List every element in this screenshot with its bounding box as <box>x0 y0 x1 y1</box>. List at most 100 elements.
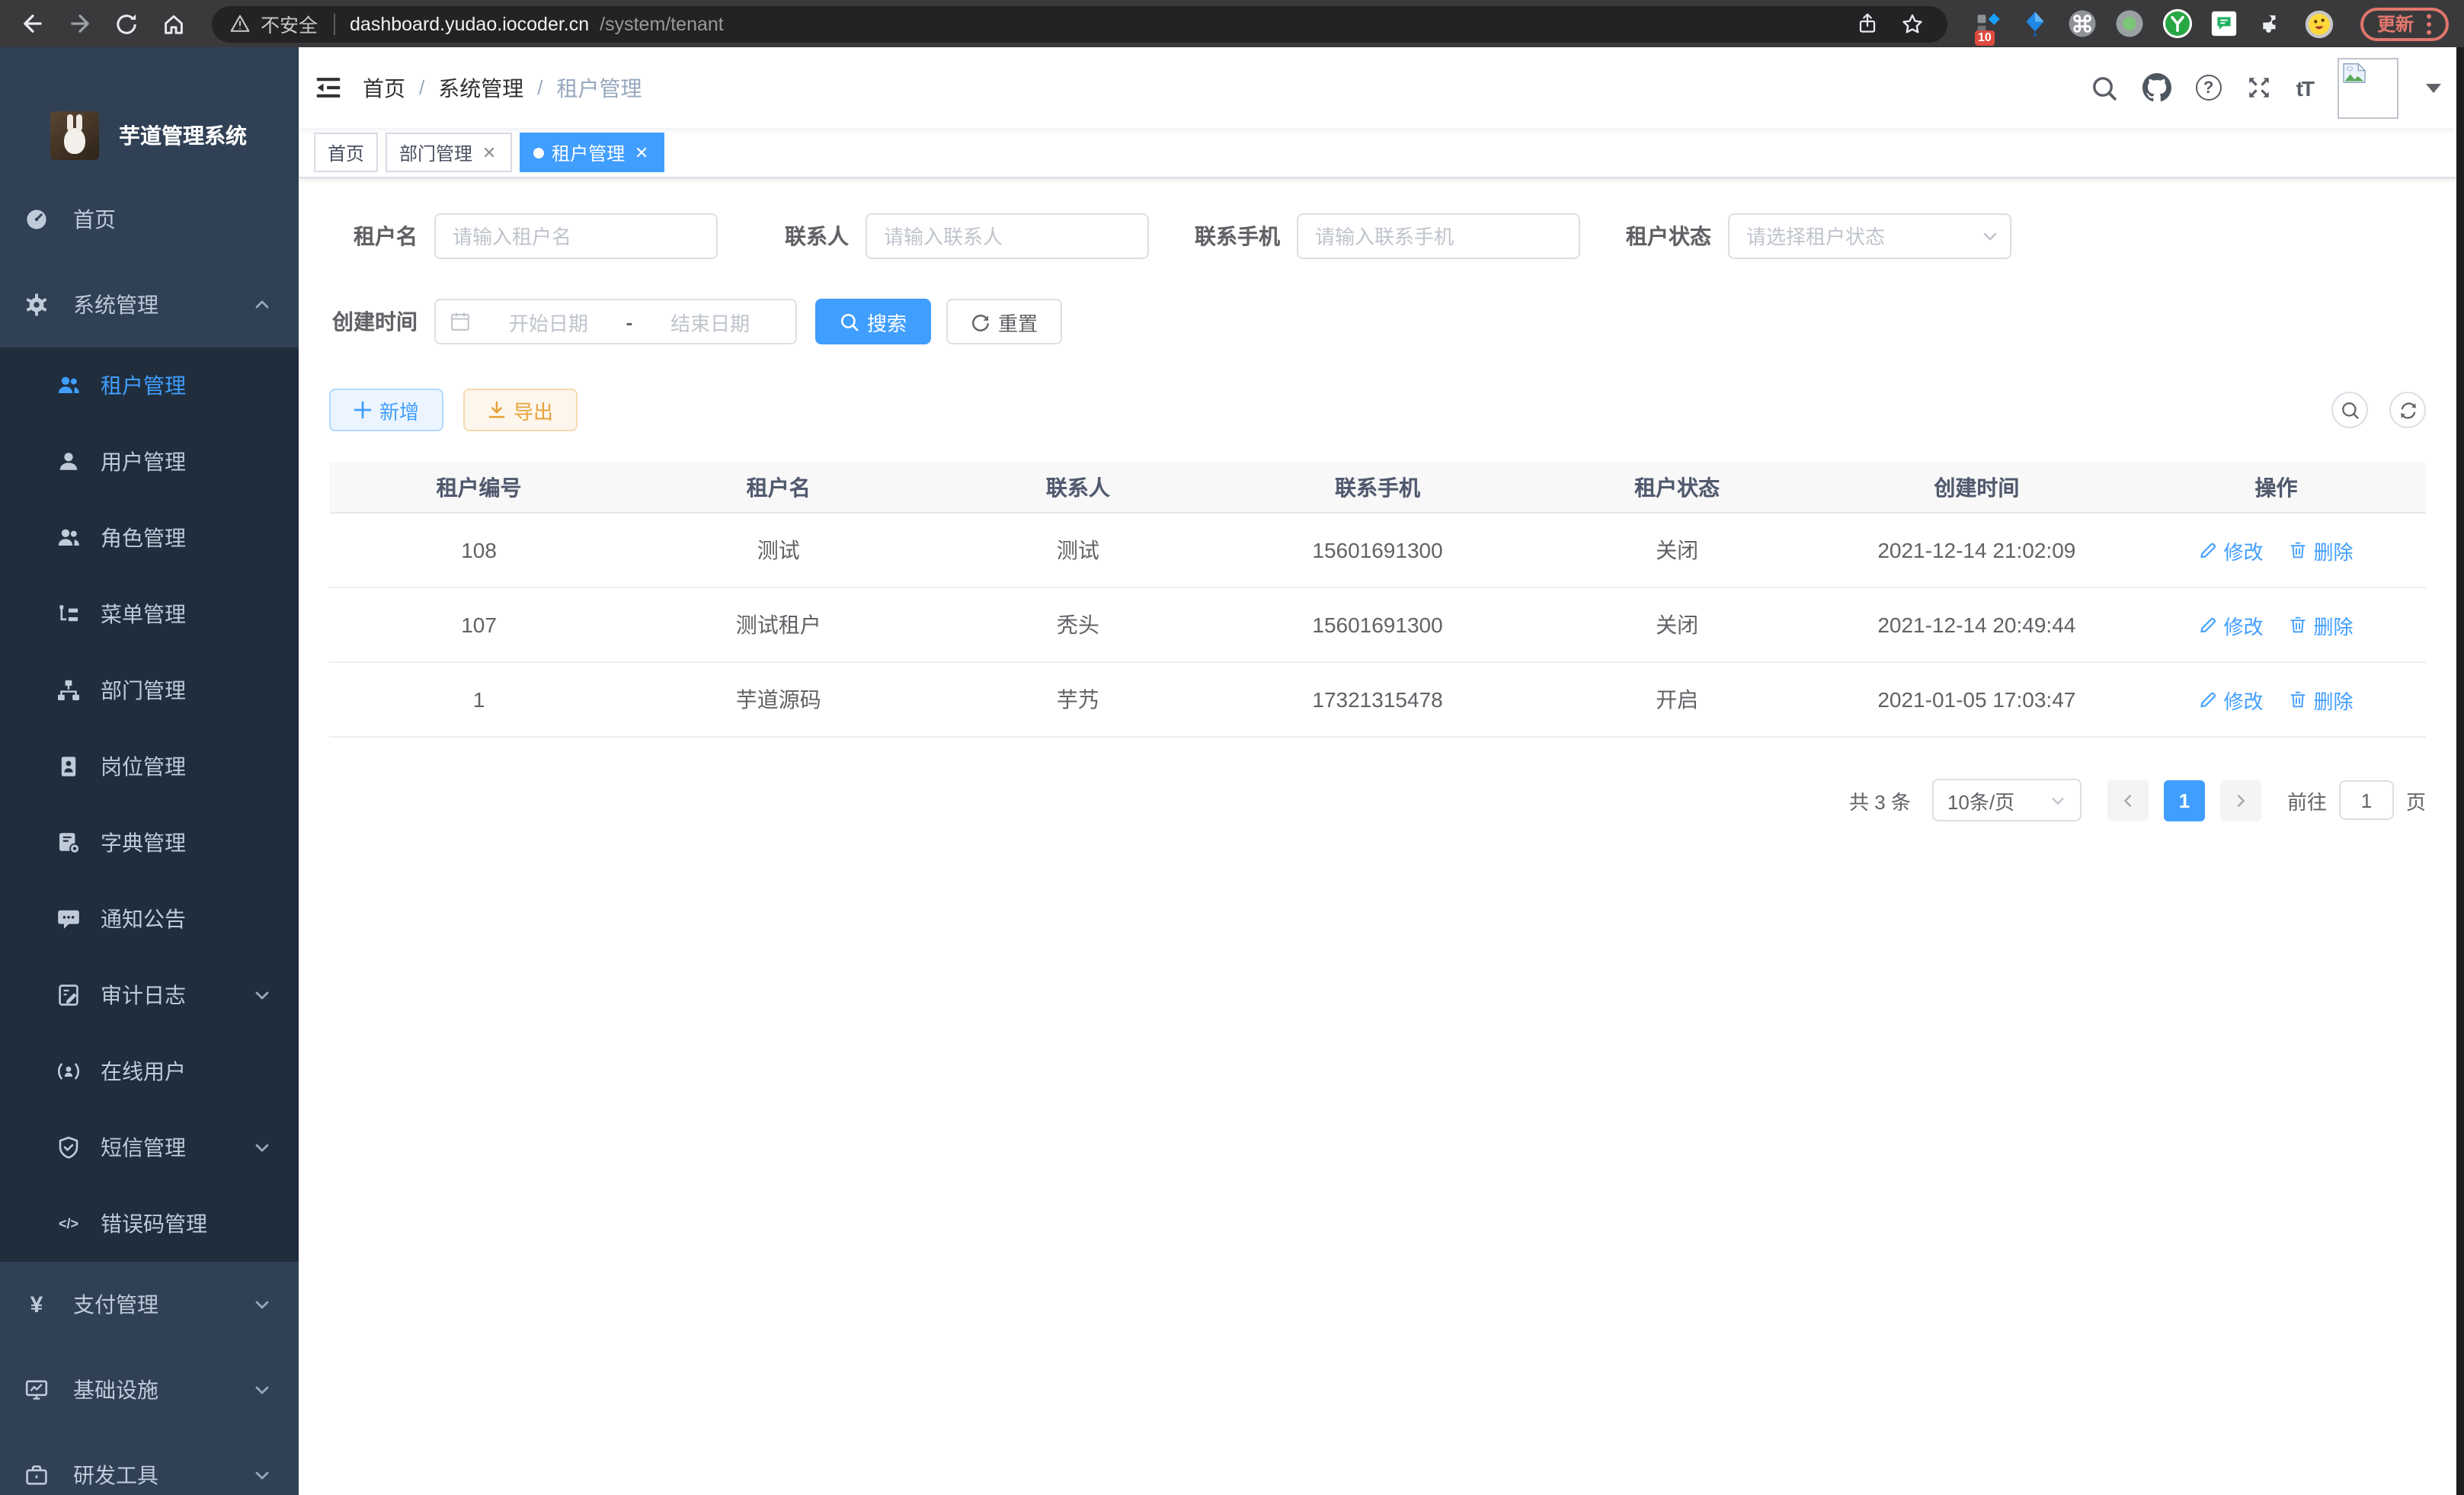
search-button[interactable]: 搜索 <box>815 299 931 344</box>
url-path[interactable]: /system/tenant <box>600 13 724 34</box>
sidebar-item-sms[interactable]: 短信管理 <box>0 1109 299 1186</box>
tenant-name-input[interactable] <box>434 213 718 259</box>
delete-button[interactable]: 删除 <box>2290 685 2354 714</box>
page-size-value: 10条/页 <box>1947 786 2014 815</box>
field-label: 租户状态 <box>1623 221 1711 251</box>
navbar-actions: ? tT <box>2091 57 2456 118</box>
extension-kite-icon[interactable] <box>2021 8 2051 39</box>
sidebar-item-post[interactable]: 岗位管理 <box>0 728 299 805</box>
avatar[interactable] <box>2338 57 2398 118</box>
tab-dept[interactable]: 部门管理 ✕ <box>386 133 512 172</box>
browser-reload-icon[interactable] <box>110 7 143 40</box>
tab-label: 部门管理 <box>399 139 472 165</box>
tab-home[interactable]: 首页 <box>314 133 378 172</box>
sidebar-item-dept[interactable]: 部门管理 <box>0 652 299 728</box>
browser-forward-icon[interactable] <box>62 7 96 40</box>
refresh-table-button[interactable] <box>2389 392 2426 428</box>
cell-tenant-name: 测试租户 <box>629 610 928 640</box>
font-size-icon[interactable]: tT <box>2296 75 2313 100</box>
extension-green-dot-icon[interactable] <box>2115 8 2146 39</box>
sidebar-item-label: 首页 <box>73 204 116 235</box>
extension-emoji-icon[interactable] <box>2304 8 2334 39</box>
github-icon[interactable] <box>2142 73 2171 102</box>
extension-tiles-icon[interactable]: 10 <box>1973 8 2004 39</box>
delete-button[interactable]: 删除 <box>2290 536 2354 565</box>
browser-back-icon[interactable] <box>15 7 49 40</box>
sidebar-item-label: 系统管理 <box>73 290 158 320</box>
sidebar-toggle-icon[interactable] <box>299 73 363 102</box>
page-size-select[interactable]: 10条/页 <box>1932 779 2082 821</box>
chevron-down-icon <box>253 1295 271 1314</box>
header-search-icon[interactable] <box>2091 74 2118 101</box>
date-range-picker[interactable]: 开始日期 - 结束日期 <box>434 299 797 344</box>
sidebar-item-infra[interactable]: 基础设施 <box>0 1347 299 1433</box>
extension-puzzle-icon[interactable] <box>2257 8 2287 39</box>
url-divider <box>333 13 334 34</box>
breadcrumb-system[interactable]: 系统管理 <box>438 72 523 103</box>
column-header: 租户状态 <box>1528 472 1827 502</box>
add-button[interactable]: 新增 <box>329 389 443 431</box>
browser-menu-dots-icon[interactable] <box>2426 13 2432 34</box>
cell-contact: 秃头 <box>928 610 1227 640</box>
sidebar-item-devtools[interactable]: 研发工具 <box>0 1433 299 1495</box>
status-select-value[interactable] <box>1728 213 2011 259</box>
extension-badge: 10 <box>1975 30 1995 45</box>
extension-chat-icon[interactable] <box>2210 8 2240 39</box>
page-number-button[interactable]: 1 <box>2164 780 2205 821</box>
mobile-input[interactable] <box>1297 213 1580 259</box>
close-icon[interactable]: ✕ <box>480 142 498 162</box>
sidebar-logo-row[interactable]: 芋道管理系统 <box>0 47 299 160</box>
cell-status: 关闭 <box>1528 535 1827 565</box>
delete-button[interactable]: 删除 <box>2290 610 2354 639</box>
sidebar-item-user[interactable]: 用户管理 <box>0 424 299 500</box>
column-header: 租户名 <box>629 472 928 502</box>
sidebar-item-menu-mgmt[interactable]: 菜单管理 <box>0 576 299 652</box>
show-search-toggle-button[interactable] <box>2331 392 2368 428</box>
security-chip-label[interactable]: 不安全 <box>261 9 318 38</box>
fullscreen-icon[interactable] <box>2246 75 2272 101</box>
breadcrumb-separator: / <box>419 76 424 99</box>
edit-button[interactable]: 修改 <box>2199 610 2263 639</box>
export-button[interactable]: 导出 <box>463 389 578 431</box>
sidebar-item-error-code[interactable]: </> 错误码管理 <box>0 1186 299 1262</box>
sidebar-item-audit-log[interactable]: 审计日志 <box>0 957 299 1033</box>
tab-tenant[interactable]: 租户管理 ✕ <box>520 133 664 172</box>
sidebar-item-pay[interactable]: ¥ 支付管理 <box>0 1262 299 1347</box>
next-page-button[interactable] <box>2220 780 2261 821</box>
help-icon[interactable]: ? <box>2196 75 2222 101</box>
sidebar-item-notice[interactable]: 通知公告 <box>0 881 299 957</box>
status-select[interactable] <box>1728 213 2011 259</box>
sidebar-item-role[interactable]: 角色管理 <box>0 500 299 576</box>
window-edge-strip <box>2456 47 2464 1495</box>
close-icon[interactable]: ✕ <box>632 142 651 162</box>
sidebar-item-home[interactable]: 首页 <box>0 177 299 262</box>
share-icon[interactable] <box>1851 7 1885 40</box>
edit-button[interactable]: 修改 <box>2199 536 2263 565</box>
browser-home-icon[interactable] <box>157 7 190 40</box>
sidebar-item-tenant[interactable]: 租户管理 <box>0 347 299 424</box>
sidebar-item-label: 用户管理 <box>101 447 186 477</box>
contact-input[interactable] <box>866 213 1149 259</box>
chevron-down-icon <box>2050 792 2066 808</box>
edit-button[interactable]: 修改 <box>2199 685 2263 714</box>
bookmark-star-icon[interactable] <box>1896 7 1929 40</box>
sidebar-item-system[interactable]: 系统管理 <box>0 262 299 347</box>
extension-command-icon[interactable] <box>2068 8 2098 39</box>
extension-y-icon[interactable] <box>2162 8 2193 39</box>
breadcrumb-home[interactable]: 首页 <box>363 72 405 103</box>
user-icon <box>56 450 81 474</box>
search-icon <box>2340 400 2360 420</box>
filter-mobile: 联系手机 <box>1192 213 1580 259</box>
goto-page-input[interactable] <box>2339 780 2394 820</box>
url-host[interactable]: dashboard.yudao.iocoder.cn <box>350 13 589 34</box>
prev-page-button[interactable] <box>2107 780 2149 821</box>
sidebar-item-dict[interactable]: 字典管理 <box>0 805 299 881</box>
field-label: 租户名 <box>329 221 418 251</box>
avatar-dropdown-caret-icon[interactable] <box>2426 83 2441 92</box>
reset-button[interactable]: 重置 <box>946 299 1062 344</box>
sidebar-item-online-user[interactable]: 在线用户 <box>0 1033 299 1109</box>
sidebar-menu: 首页 系统管理 租户管理 <box>0 177 299 1495</box>
online-user-icon <box>56 1059 81 1084</box>
browser-address-bar[interactable]: 不安全 dashboard.yudao.iocoder.cn/system/te… <box>212 5 1947 42</box>
browser-update-button[interactable]: 更新 <box>2360 7 2449 40</box>
